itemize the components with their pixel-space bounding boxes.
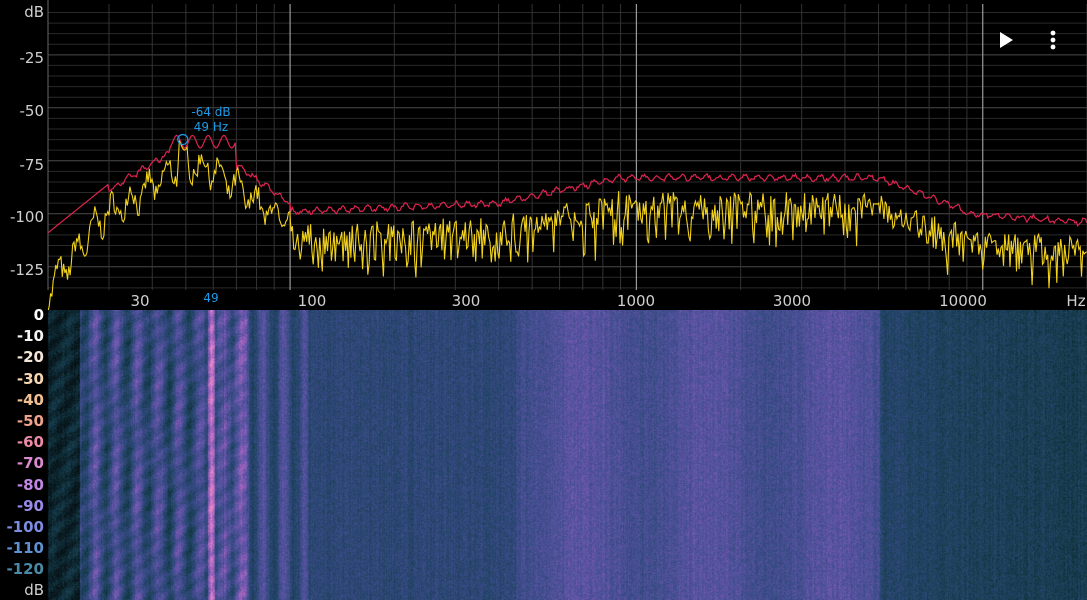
y-tick: -75 [19, 156, 45, 174]
more-options-button[interactable] [1037, 24, 1069, 56]
x-tick: 1000 [616, 292, 656, 310]
y-tick: -25 [19, 49, 45, 67]
play-icon [1000, 32, 1013, 48]
spectrogram-scale-label: -60 [16, 433, 44, 452]
y-tick: -125 [9, 261, 44, 279]
y-tick: -100 [9, 208, 44, 226]
spectrogram-scale-label: -80 [16, 475, 44, 494]
spectrogram-scale-label: -30 [16, 369, 44, 388]
play-button[interactable] [990, 24, 1022, 56]
peak-db-label: -64 dB [191, 105, 231, 119]
spectrogram-scale-unit: dB [24, 581, 44, 599]
spectrogram-scale-label: -90 [16, 496, 44, 515]
spectrum-analyzer: dB -25 -50 -75 -100 -125 30 100 300 1000… [0, 0, 1087, 600]
peak-frequency-marker: 49 [203, 291, 219, 305]
x-tick: 30 [130, 292, 150, 310]
x-tick: 10000 [939, 292, 987, 310]
spectrogram-scale-label: -50 [16, 412, 44, 430]
spectrum-plot[interactable] [0, 0, 1087, 310]
x-axis-unit: Hz [1066, 292, 1086, 310]
spectrogram-scale-label: -10 [16, 327, 44, 346]
live-spectrum-trace [47, 140, 1087, 310]
spectrogram-scale-label: -120 [6, 560, 44, 579]
spectrogram[interactable] [0, 310, 1087, 600]
spectrogram-scale-label: 0 [33, 306, 44, 324]
y-tick: -50 [19, 102, 45, 120]
spectrogram-scale-label: -40 [16, 390, 44, 409]
spectrogram-scale-label: -70 [16, 454, 44, 473]
spectrogram-scale-label: -110 [6, 539, 44, 558]
y-axis-unit: dB [24, 3, 44, 21]
x-tick: 100 [297, 292, 327, 310]
spectrogram-scale-label: -100 [6, 518, 44, 536]
x-tick: 300 [451, 292, 481, 310]
x-tick: 3000 [772, 292, 812, 310]
more-vert-icon [1050, 30, 1056, 50]
peak-hz-label: 49 Hz [193, 120, 229, 134]
spectrogram-scale-label: -20 [16, 348, 44, 367]
